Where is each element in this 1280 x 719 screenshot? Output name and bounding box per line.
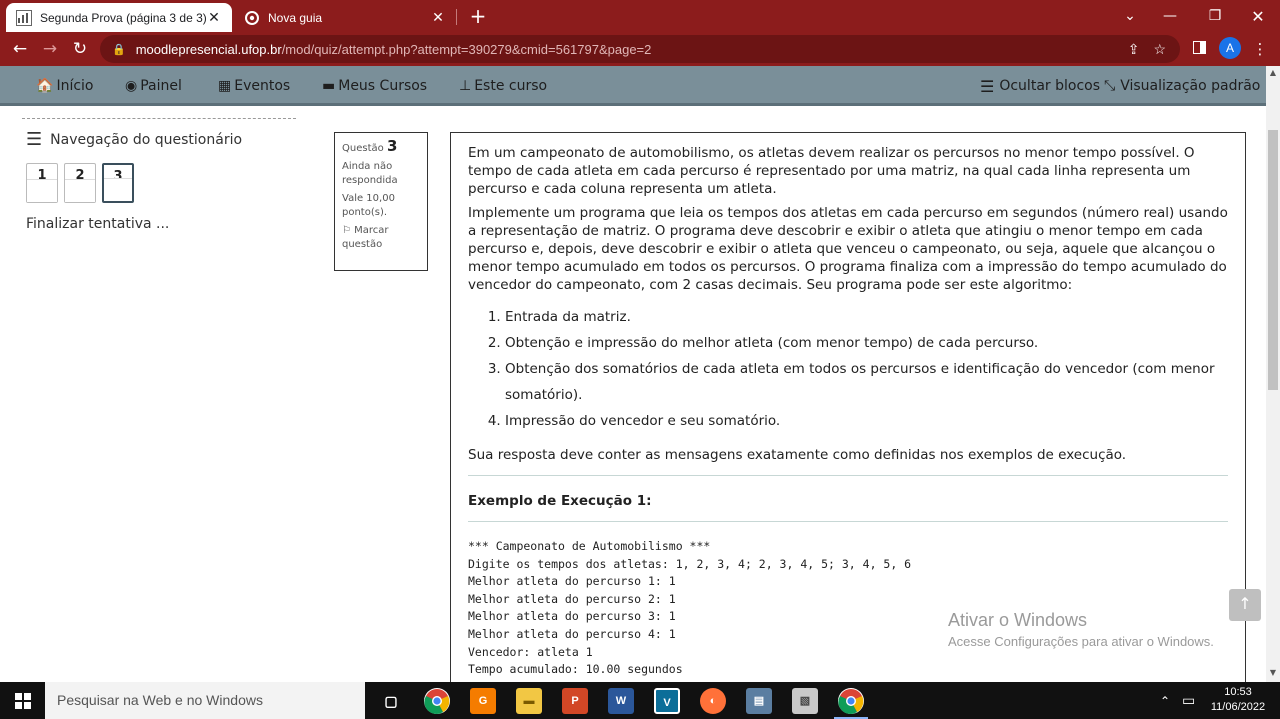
chrome-favicon-icon [244, 10, 260, 26]
question-state: Ainda não respondida [342, 161, 398, 186]
close-tab-icon[interactable]: ✕ [206, 9, 222, 26]
question-paragraph-1: Em um campeonato de automobilismo, os at… [468, 145, 1195, 197]
compress-icon: ⤡ [1104, 78, 1116, 94]
address-bar[interactable]: 🔒 moodlepresencial.ufop.br/mod/quiz/atte… [100, 35, 1180, 63]
example-output: *** Campeonato de Automobilismo *** Digi… [468, 539, 912, 677]
network-app-icon[interactable]: ▤ [746, 688, 772, 714]
close-tab-icon[interactable]: ✕ [430, 9, 446, 26]
scrollbar-thumb[interactable] [1268, 130, 1278, 390]
minimize-icon[interactable]: — [1148, 0, 1192, 32]
tab-search-chevron-icon[interactable]: ⌄ [1108, 0, 1152, 32]
new-tab-button[interactable]: + [466, 4, 490, 28]
divider [468, 521, 1228, 522]
word-icon[interactable]: W [608, 688, 634, 714]
question-number: Questão 3 [342, 137, 398, 155]
moodle-favicon-icon [16, 9, 32, 26]
forward-arrow-icon[interactable]: → [38, 37, 62, 61]
list-item: Impressão do vencedor e seu somatório. [505, 408, 1228, 434]
back-to-top-button[interactable]: ↑ [1229, 589, 1261, 621]
browser-tab-strip: Segunda Prova (página 3 de 3) ✕ Nova gui… [0, 0, 1280, 32]
taskbar-clock[interactable]: 10:53 11/06/2022 [1198, 685, 1278, 715]
list-item: Entrada da matriz. [505, 304, 1228, 330]
firefox-icon[interactable]: ◐ [700, 688, 726, 714]
task-view-icon[interactable]: ▢ [378, 688, 404, 714]
answer-note: Sua resposta deve conter as mensagens ex… [468, 447, 1127, 463]
nav-this-course[interactable]: ⊥ Este curso [459, 76, 547, 96]
tab-title: Segunda Prova (página 3 de 3) [40, 10, 206, 25]
flag-question-link[interactable]: ⚐ Marcar questão [342, 224, 420, 252]
share-icon[interactable]: ⇪ [1128, 41, 1140, 58]
quiz-navigation-body: 1 2 3 Finalizar tentativa ... [22, 118, 296, 238]
maximize-icon[interactable]: ❐ [1193, 0, 1237, 32]
moodle-navbar: 🏠 Início ◉ Painel ▦ Eventos ▬ Meus Cursos ⊥ E… [0, 66, 1266, 106]
hide-blocks-button[interactable]: ☰ Ocultar blocos [980, 76, 1100, 96]
calendar-icon: ▦ [218, 78, 232, 94]
nav-home[interactable]: 🏠 Início [36, 76, 93, 96]
chrome-menu-icon[interactable]: ⋮ [1250, 37, 1270, 61]
tab-title: Nova guia [268, 10, 323, 25]
taskbar-search-input[interactable]: Pesquisar na Web e no Windows [45, 682, 365, 719]
divider [468, 475, 1228, 476]
start-button[interactable] [0, 682, 45, 719]
url-path: /mod/quiz/attempt.php?attempt=390279&cmi… [281, 41, 652, 57]
windows-activation-watermark: Ativar o Windows Acesse Configurações pa… [948, 610, 1214, 649]
scroll-down-arrow-icon[interactable]: ▼ [1266, 668, 1280, 677]
nav-my-courses[interactable]: ▬ Meus Cursos [322, 76, 427, 96]
scroll-up-arrow-icon[interactable]: ▲ [1266, 68, 1280, 77]
list-item: Obtenção dos somatórios de cada atleta e… [505, 356, 1228, 408]
windows-taskbar: Pesquisar na Web e no Windows ▢ G ▬ P W … [0, 682, 1280, 719]
dashboard-icon: ◉ [125, 78, 138, 94]
nav-events[interactable]: ▦ Eventos [218, 76, 290, 96]
question-paragraph-2: Implemente um programa que leia os tempo… [468, 205, 1228, 293]
hub-app-icon[interactable]: G [470, 688, 496, 714]
browser-tab-active[interactable]: Segunda Prova (página 3 de 3) ✕ [6, 3, 232, 32]
back-arrow-icon[interactable]: ← [8, 37, 32, 61]
chrome-taskbar-icon[interactable] [424, 688, 450, 714]
url-host: moodlepresencial.ufop.br [135, 41, 282, 57]
algorithm-steps: Entrada da matriz. Obtenção e impressão … [505, 304, 1228, 434]
list-icon: ☰ [980, 76, 995, 96]
visualg-icon[interactable]: V [654, 688, 680, 714]
tray-chevron-icon[interactable]: ⌃ [1160, 682, 1170, 719]
briefcase-icon: ▬ [322, 78, 336, 94]
page-scrollbar[interactable]: ▲ ▼ [1266, 66, 1280, 682]
side-panel-icon[interactable] [1188, 37, 1210, 61]
finish-attempt-link[interactable]: Finalizar tentativa ... [26, 216, 169, 232]
lock-icon: 🔒 [112, 43, 126, 56]
notification-icon[interactable]: ▭ [1182, 682, 1195, 719]
nav-dashboard[interactable]: ◉ Painel [125, 76, 182, 96]
question-button-2[interactable]: 2 [64, 163, 96, 203]
question-number-list: 1 2 3 [26, 163, 134, 203]
tab-separator [456, 9, 457, 25]
chrome-profile-taskbar-icon[interactable] [834, 688, 868, 719]
reload-icon[interactable]: ↻ [68, 37, 92, 61]
file-explorer-icon[interactable]: ▬ [516, 688, 542, 714]
question-grade: Vale 10,00 ponto(s). [342, 193, 395, 218]
flag-icon: ⚐ [342, 225, 351, 236]
browser-tab-inactive[interactable]: Nova guia ✕ [234, 3, 456, 32]
question-text: Em um campeonato de automobilismo, os at… [450, 132, 1246, 692]
window-close-icon[interactable]: ✕ [1236, 0, 1280, 32]
default-view-button[interactable]: ⤡ Visualização padrão [1104, 76, 1260, 96]
question-info-box: Questão 3 Ainda não respondida Vale 10,0… [334, 132, 428, 271]
question-button-3[interactable]: 3 [102, 163, 134, 203]
home-icon: 🏠 [36, 78, 54, 94]
photos-app-icon[interactable]: ▧ [792, 688, 818, 714]
list-item: Obtenção e impressão do melhor atleta (c… [505, 330, 1228, 356]
profile-avatar[interactable]: A [1219, 37, 1241, 59]
bookmark-star-icon[interactable]: ☆ [1153, 41, 1166, 58]
question-button-1[interactable]: 1 [26, 163, 58, 203]
powerpoint-icon[interactable]: P [562, 688, 588, 714]
browser-toolbar: ← → ↻ 🔒 moodlepresencial.ufop.br/mod/qui… [0, 32, 1280, 66]
sitemap-icon: ⊥ [459, 78, 472, 94]
example-title: Exemplo de Execução 1: [468, 493, 652, 509]
windows-logo-icon [14, 692, 31, 709]
